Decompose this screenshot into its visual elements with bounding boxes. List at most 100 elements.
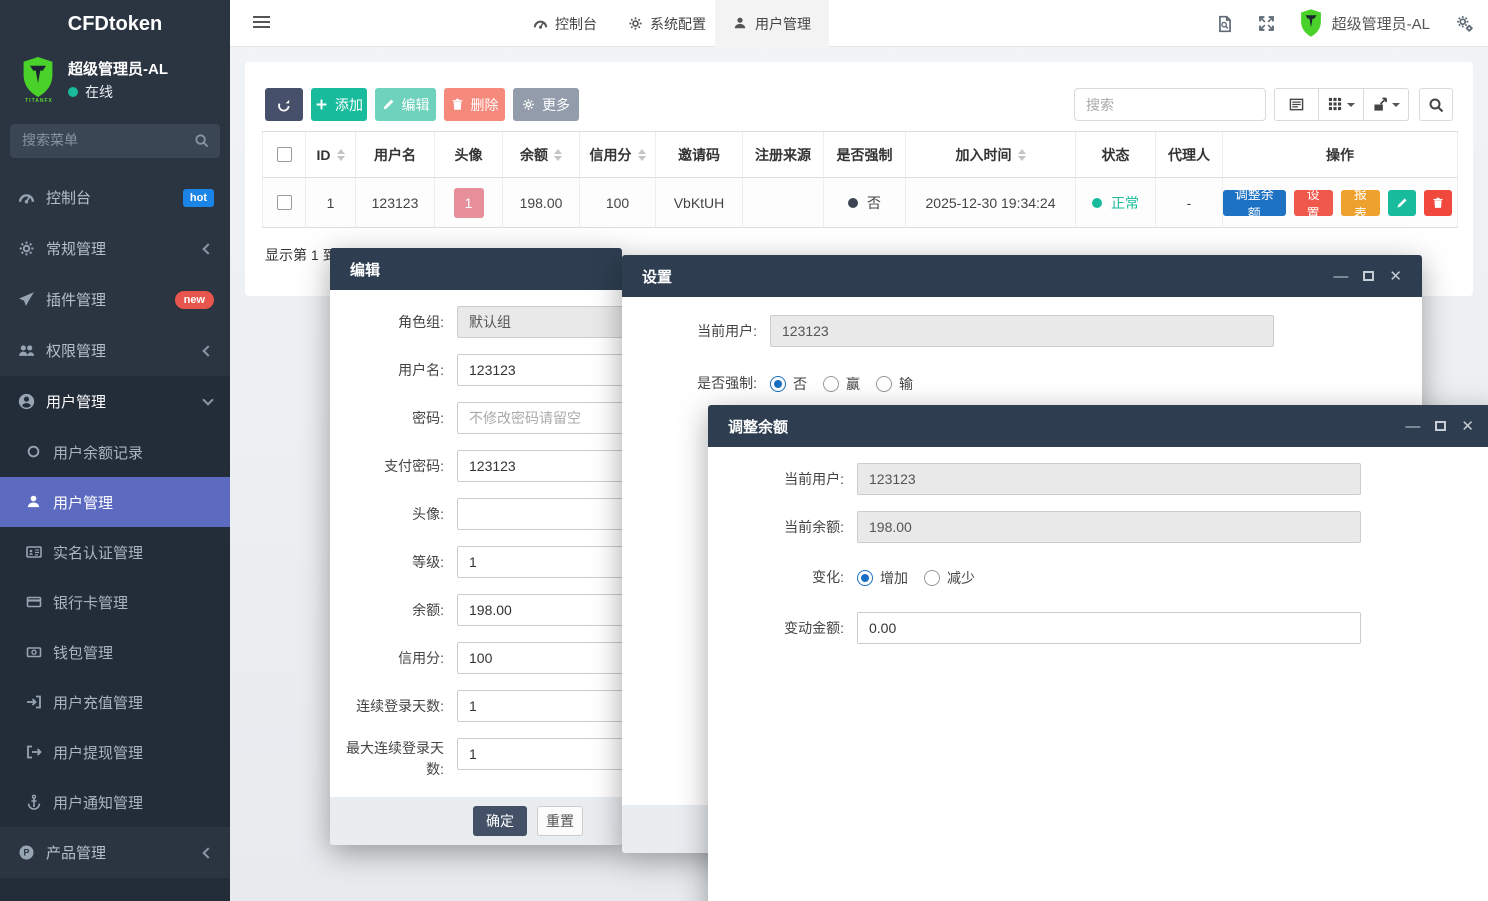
sidebar-subitem-balance-records[interactable]: 用户余额记录 — [0, 427, 230, 477]
hamburger-icon[interactable] — [253, 16, 270, 31]
row-edit-button[interactable] — [1388, 190, 1416, 216]
radio-icon — [924, 570, 940, 586]
trash-icon — [451, 98, 465, 112]
sidebar-subitem-notifications[interactable]: 用户通知管理 — [0, 777, 230, 827]
credit-card-icon — [26, 594, 42, 610]
close-icon[interactable]: ✕ — [1461, 419, 1474, 434]
admin-avatar[interactable] — [1300, 8, 1324, 40]
adjust-modal-header[interactable]: 调整余额 — ✕ — [708, 405, 1488, 447]
adjust-balance-modal: 调整余额 — ✕ 当前用户: 当前余额: 变化: 增加 减少 变动金额: — [708, 405, 1488, 901]
username-input[interactable] — [457, 354, 622, 386]
cell-join-time: 2025-12-30 19:34:24 — [926, 195, 1056, 211]
maximize-icon[interactable] — [1435, 421, 1446, 431]
detail-view-icon — [1289, 97, 1304, 112]
minimize-icon[interactable]: — — [1405, 419, 1420, 434]
tab-system-config[interactable]: 系统配置 — [610, 0, 724, 47]
login-days-input[interactable] — [457, 690, 622, 722]
column-header-join-time[interactable]: 加入时间 — [956, 145, 1012, 165]
sort-icon[interactable] — [554, 149, 562, 161]
select-all-checkbox[interactable] — [277, 147, 292, 162]
app-screen: CFDtoken TITANFX 超级管理员-AL 在线 控 — [0, 0, 1488, 901]
radio-label: 输 — [899, 374, 913, 394]
settings-gears-icon[interactable] — [1456, 15, 1474, 33]
ok-button[interactable]: 确定 — [473, 806, 527, 836]
sidebar-item-plugins[interactable]: 插件管理 new — [0, 274, 230, 325]
avatar-input[interactable] — [457, 498, 622, 530]
radio-force-lose[interactable]: 输 — [876, 374, 913, 394]
balance-input[interactable] — [457, 594, 622, 626]
max-login-days-input[interactable] — [457, 738, 622, 770]
settings-modal-header[interactable]: 设置 — ✕ — [622, 255, 1422, 297]
table-search-input[interactable] — [1074, 88, 1266, 121]
sidebar-item-label: 控制台 — [46, 187, 91, 208]
export-button[interactable] — [1364, 88, 1409, 121]
column-header-balance[interactable]: 余额 — [520, 145, 548, 165]
topbar-admin-name[interactable]: 超级管理员-AL — [1332, 13, 1430, 34]
edit-modal: 编辑 角色组: 用户名: 密码: 支付密码: 头像: 等级: 余额: 信用分: … — [330, 248, 622, 845]
password-input[interactable] — [457, 402, 622, 434]
user-table: ID 用户名 头像 余额 信用分 邀请码 注册来源 是否强制 加入时间 状态 代… — [262, 131, 1458, 228]
columns-button[interactable] — [1319, 88, 1364, 121]
minimize-icon[interactable]: — — [1333, 269, 1348, 284]
field-label-avatar: 头像: — [345, 504, 457, 525]
logo-caption: TITANFX — [22, 98, 56, 104]
column-header-reg-source: 注册来源 — [755, 145, 811, 165]
sidebar-subitem-wallets[interactable]: 钱包管理 — [0, 627, 230, 677]
sidebar-subitem-user-management[interactable]: 用户管理 — [0, 477, 230, 527]
tab-console[interactable]: 控制台 — [515, 0, 615, 47]
tab-user-management[interactable]: 用户管理 — [715, 0, 829, 47]
avatar[interactable]: 1 — [454, 188, 484, 218]
close-icon[interactable]: ✕ — [1389, 269, 1402, 284]
current-user-input[interactable] — [770, 315, 1274, 347]
radio-force-win[interactable]: 赢 — [823, 374, 860, 394]
search-button[interactable] — [1419, 88, 1453, 121]
radio-decrease[interactable]: 减少 — [924, 568, 975, 588]
sort-icon[interactable] — [638, 149, 646, 161]
pay-password-input[interactable] — [457, 450, 622, 482]
sidebar-item-permissions[interactable]: 权限管理 — [0, 325, 230, 376]
sidebar-item-console[interactable]: 控制台 hot — [0, 172, 230, 223]
maximize-icon[interactable] — [1363, 271, 1374, 281]
row-settings-button[interactable]: 设置 — [1294, 190, 1333, 216]
reset-button[interactable]: 重置 — [537, 806, 583, 836]
edit-modal-header[interactable]: 编辑 — [330, 248, 622, 290]
radio-force-no[interactable]: 否 — [770, 374, 807, 394]
sidebar-item-products[interactable]: P 产品管理 — [0, 827, 230, 878]
sidebar-item-general[interactable]: 常规管理 — [0, 223, 230, 274]
amount-input[interactable] — [857, 612, 1361, 644]
credit-input[interactable] — [457, 642, 622, 674]
current-balance-input[interactable] — [857, 511, 1361, 543]
detail-view-button[interactable] — [1274, 88, 1319, 121]
row-checkbox[interactable] — [277, 195, 292, 210]
add-button[interactable]: 添加 — [311, 88, 367, 121]
edit-button[interactable]: 编辑 — [375, 88, 436, 121]
sidebar-search-input[interactable] — [10, 124, 180, 156]
sort-icon[interactable] — [1018, 149, 1026, 161]
rolegroup-input[interactable] — [457, 306, 622, 338]
sidebar-subitem-withdrawals[interactable]: 用户提现管理 — [0, 727, 230, 777]
export-icon — [1373, 97, 1388, 112]
adjust-balance-button[interactable]: 调整余额 — [1223, 190, 1286, 216]
column-header-invite-code: 邀请码 — [678, 145, 720, 165]
sidebar-subitem-kyc[interactable]: 实名认证管理 — [0, 527, 230, 577]
radio-icon — [857, 570, 873, 586]
column-header-id[interactable]: ID — [317, 147, 331, 163]
sidebar-item-user-management[interactable]: 用户管理 — [0, 376, 230, 427]
sort-icon[interactable] — [337, 149, 345, 161]
delete-button[interactable]: 删除 — [444, 88, 505, 121]
sidebar-item-label: 用户管理 — [46, 391, 106, 412]
sidebar-item-label: 常规管理 — [46, 238, 106, 259]
report-button[interactable]: 报表 — [1341, 190, 1380, 216]
row-delete-button[interactable] — [1424, 190, 1452, 216]
current-user-input[interactable] — [857, 463, 1361, 495]
column-header-credit[interactable]: 信用分 — [590, 145, 632, 165]
refresh-button[interactable] — [265, 88, 303, 121]
sidebar-subitem-bank-cards[interactable]: 银行卡管理 — [0, 577, 230, 627]
clear-cache-icon[interactable] — [1216, 15, 1234, 33]
fullscreen-icon[interactable] — [1258, 15, 1276, 33]
level-input[interactable] — [457, 546, 622, 578]
more-button[interactable]: 更多 — [513, 88, 579, 121]
sidebar-subitem-deposits[interactable]: 用户充值管理 — [0, 677, 230, 727]
id-card-icon — [26, 544, 42, 560]
radio-increase[interactable]: 增加 — [857, 568, 908, 588]
